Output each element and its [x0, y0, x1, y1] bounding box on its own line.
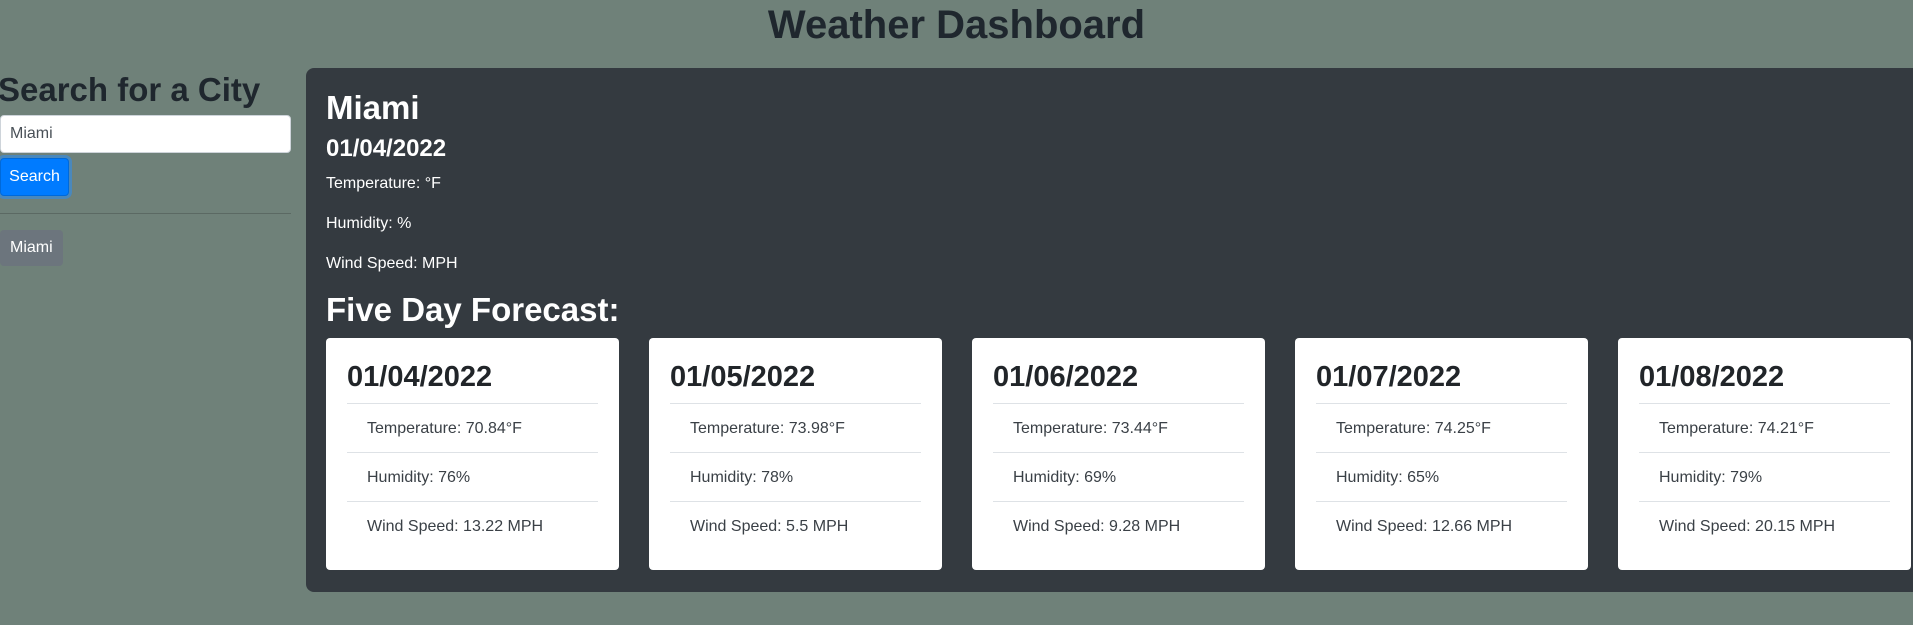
forecast-humidity: Humidity: 79%: [1639, 452, 1890, 501]
forecast-humidity: Humidity: 76%: [347, 452, 598, 501]
forecast-temperature: Temperature: 74.21°F: [1639, 403, 1890, 452]
city-search-input[interactable]: [0, 115, 291, 153]
forecast-wind-speed: Wind Speed: 13.22 MPH: [347, 501, 598, 550]
forecast-temperature: Temperature: 73.44°F: [993, 403, 1244, 452]
current-wind-speed: Wind Speed: MPH: [326, 255, 458, 272]
current-city-name: Miami: [326, 89, 420, 126]
forecast-card: 01/07/2022 Temperature: 74.25°F Humidity…: [1295, 338, 1588, 570]
forecast-card: 01/06/2022 Temperature: 73.44°F Humidity…: [972, 338, 1265, 570]
forecast-humidity: Humidity: 78%: [670, 452, 921, 501]
forecast-wind-speed: Wind Speed: 20.15 MPH: [1639, 501, 1890, 550]
forecast-temperature: Temperature: 74.25°F: [1316, 403, 1567, 452]
forecast-temperature: Temperature: 73.98°F: [670, 403, 921, 452]
forecast-humidity: Humidity: 69%: [993, 452, 1244, 501]
forecast-humidity: Humidity: 65%: [1316, 452, 1567, 501]
forecast-temperature: Temperature: 70.84°F: [347, 403, 598, 452]
current-temperature: Temperature: °F: [326, 175, 441, 192]
search-button[interactable]: Search: [0, 158, 69, 196]
current-humidity: Humidity: %: [326, 215, 412, 232]
forecast-card: 01/08/2022 Temperature: 74.21°F Humidity…: [1618, 338, 1911, 570]
forecast-date: 01/08/2022: [1639, 361, 1785, 393]
forecast-date: 01/05/2022: [670, 361, 816, 393]
sidebar-divider: [0, 213, 291, 214]
sidebar: Search for a City Search Miami: [0, 68, 291, 266]
page-title: Weather Dashboard: [767, 3, 1146, 47]
current-date: 01/04/2022: [326, 135, 447, 162]
history-city-button[interactable]: Miami: [0, 230, 63, 266]
forecast-card: 01/05/2022 Temperature: 73.98°F Humidity…: [649, 338, 942, 570]
weather-panel: Miami 01/04/2022 Temperature: °F Humidit…: [306, 68, 1913, 592]
forecast-card: 01/04/2022 Temperature: 70.84°F Humidity…: [326, 338, 619, 570]
forecast-wind-speed: Wind Speed: 9.28 MPH: [993, 501, 1244, 550]
forecast-wind-speed: Wind Speed: 12.66 MPH: [1316, 501, 1567, 550]
search-heading: Search for a City: [0, 71, 261, 108]
forecast-date: 01/06/2022: [993, 361, 1139, 393]
forecast-heading: Five Day Forecast:: [326, 291, 620, 328]
forecast-wind-speed: Wind Speed: 5.5 MPH: [670, 501, 921, 550]
forecast-date: 01/07/2022: [1316, 361, 1462, 393]
forecast-date: 01/04/2022: [347, 361, 493, 393]
